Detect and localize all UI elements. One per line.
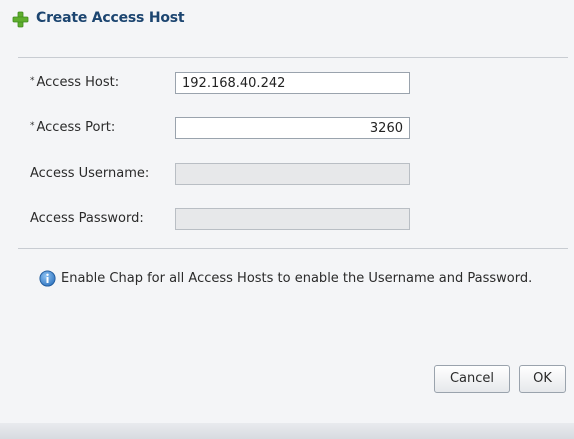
- info-icon: [39, 270, 56, 287]
- access-host-label: * Access Host:: [30, 75, 120, 90]
- middle-divider: [18, 248, 568, 249]
- access-port-input[interactable]: [175, 117, 410, 139]
- access-password-input[interactable]: [175, 208, 410, 230]
- create-access-host-dialog: Create Access Host *Access Host: *Access…: [0, 0, 574, 439]
- required-marker: *: [30, 121, 35, 131]
- top-divider: [18, 57, 568, 58]
- dialog-title: Create Access Host: [36, 10, 185, 26]
- dialog-bottom-edge: [0, 423, 574, 439]
- access-port-label: * Access Port:: [30, 120, 116, 135]
- required-marker: *: [30, 76, 35, 86]
- access-username-label: Access Username:: [30, 166, 150, 181]
- dialog-title-bar: Create Access Host: [0, 0, 574, 40]
- access-password-label: Access Password:: [30, 211, 144, 226]
- cancel-button[interactable]: Cancel: [434, 365, 510, 393]
- access-username-input[interactable]: [175, 163, 410, 185]
- chap-info-message: Enable Chap for all Access Hosts to enab…: [61, 271, 533, 286]
- access-host-input[interactable]: [175, 72, 410, 94]
- ok-button[interactable]: OK: [519, 365, 566, 393]
- plus-icon: [12, 11, 29, 28]
